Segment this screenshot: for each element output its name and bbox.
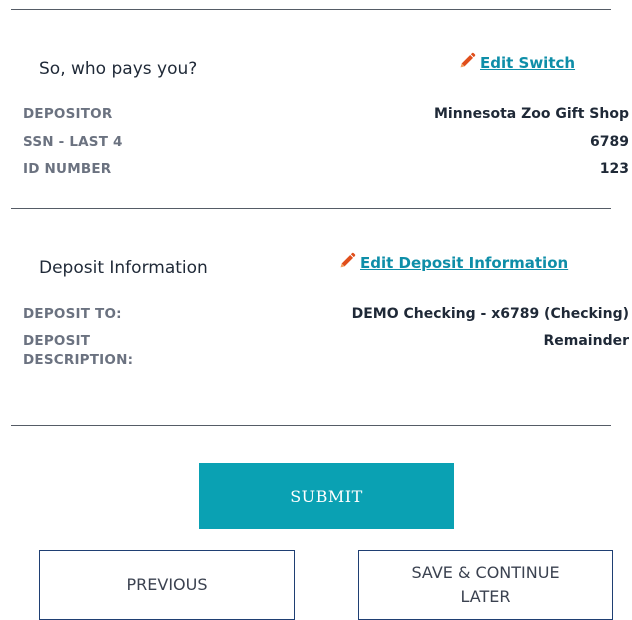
deposit-description-label-line2: DESCRIPTION: (23, 352, 134, 368)
edit-switch-link[interactable]: Edit Switch (458, 52, 575, 74)
deposit-to-label: DEPOSIT TO: (23, 306, 122, 322)
deposit-section-title: Deposit Information (39, 258, 208, 278)
top-divider (11, 9, 611, 10)
bottom-divider (11, 425, 611, 426)
depositor-label: DEPOSITOR (23, 106, 113, 122)
edit-switch-label: Edit Switch (480, 54, 576, 72)
pencil-icon (458, 52, 476, 74)
deposit-description-label: DEPOSIT DESCRIPTION: (23, 332, 133, 370)
deposit-description-value: Remainder (543, 333, 630, 349)
deposit-description-label-line1: DEPOSIT (23, 333, 91, 349)
id-number-label: ID NUMBER (23, 161, 112, 177)
id-number-value: 123 (599, 161, 629, 177)
ssn-value: 6789 (590, 134, 629, 150)
edit-deposit-link[interactable]: Edit Deposit Information (338, 252, 568, 274)
depositor-value: Minnesota Zoo Gift Shop (433, 106, 629, 122)
edit-deposit-label: Edit Deposit Information (360, 254, 569, 272)
section-divider (11, 208, 611, 209)
ssn-label: SSN - LAST 4 (23, 134, 123, 150)
submit-button[interactable]: SUBMIT (199, 463, 454, 529)
save-continue-later-label: SAVE & CONTINUE LATER (411, 563, 560, 606)
deposit-to-value: DEMO Checking - x6789 (Checking) (351, 306, 629, 322)
pencil-icon (338, 252, 356, 274)
save-continue-later-button[interactable]: SAVE & CONTINUE LATER (358, 550, 613, 620)
payer-section-title: So, who pays you? (39, 59, 198, 79)
previous-button[interactable]: PREVIOUS (39, 550, 295, 620)
